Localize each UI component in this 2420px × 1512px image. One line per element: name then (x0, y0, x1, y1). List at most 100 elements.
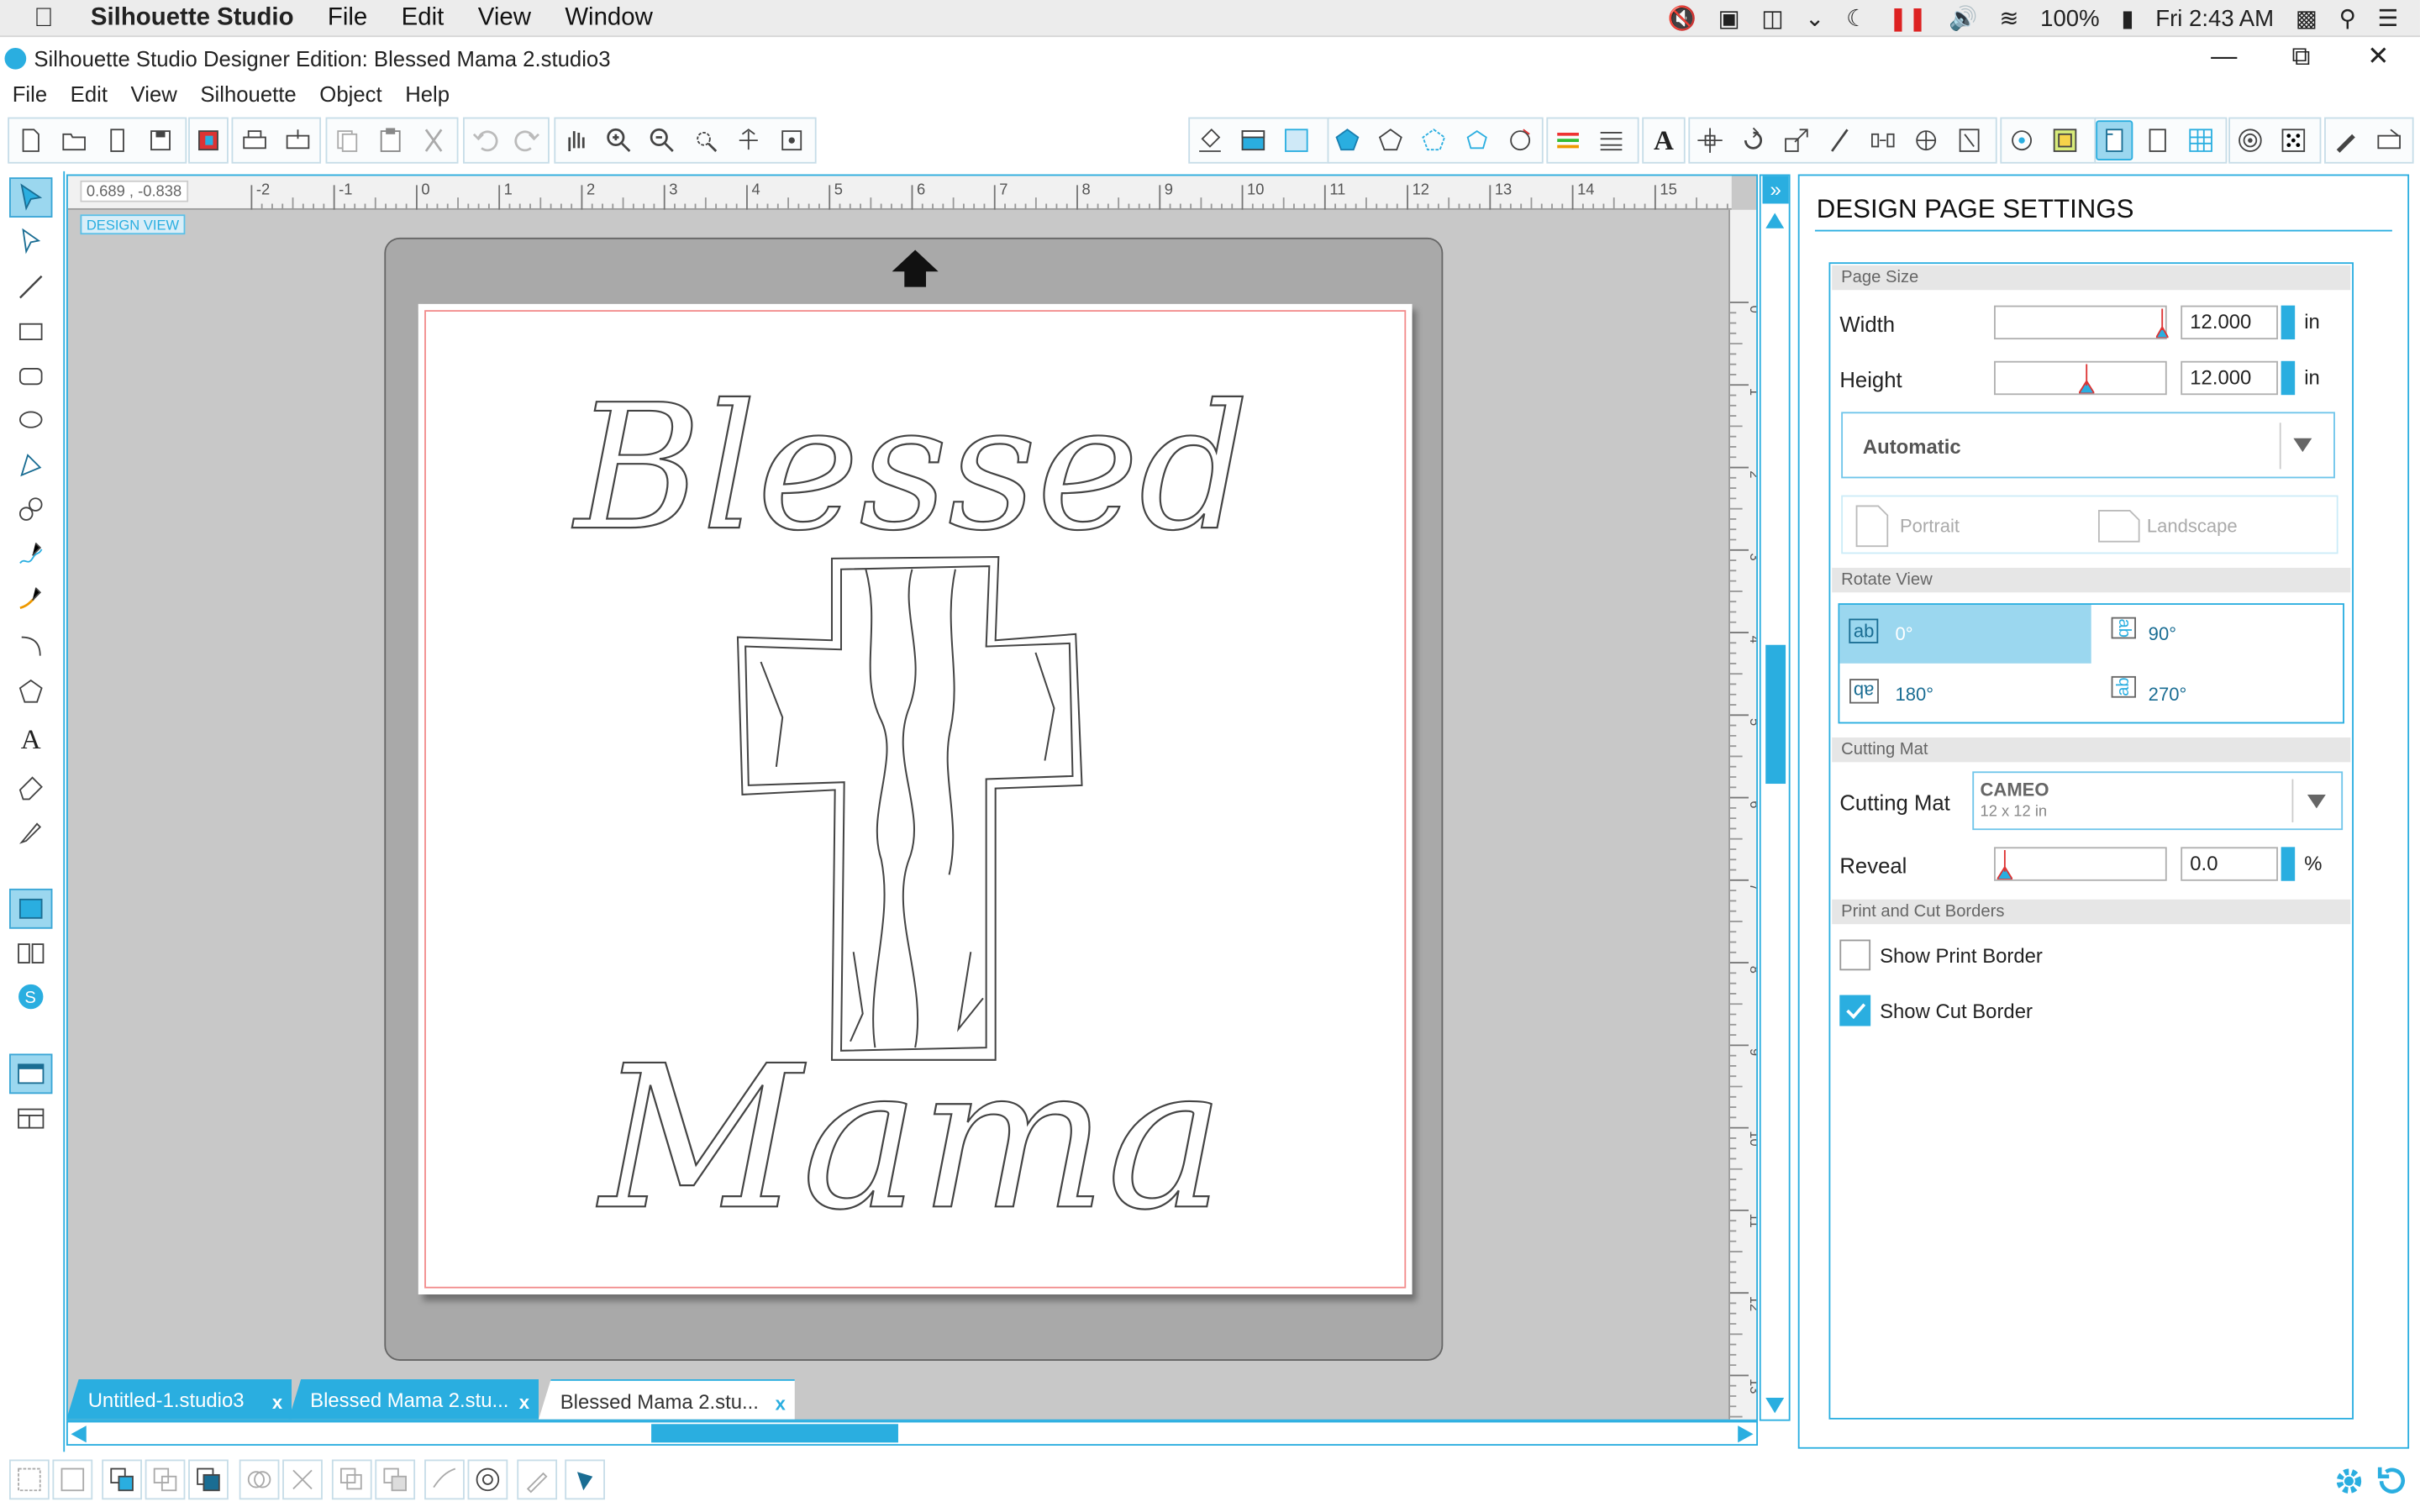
select-arrow-icon[interactable] (9, 177, 53, 218)
pan-hand-icon[interactable] (557, 120, 594, 160)
display-icon[interactable]: ▣ (1718, 5, 1740, 32)
design-page[interactable]: Blessed Mama (418, 303, 1413, 1294)
save-to-library-icon[interactable] (190, 120, 227, 160)
menu-object[interactable]: Object (319, 81, 381, 106)
fill-gradient-icon[interactable] (1234, 120, 1271, 160)
shape-line-icon[interactable] (1502, 120, 1539, 160)
menu-edit[interactable]: Edit (71, 81, 108, 106)
line-color-icon[interactable] (1549, 120, 1586, 160)
pentagon-fill-icon[interactable] (1328, 120, 1365, 160)
show-cut-border-label[interactable]: Show Cut Border (1880, 1000, 2033, 1023)
reveal-slider[interactable] (1994, 847, 2167, 881)
group-icon[interactable] (9, 1459, 50, 1500)
zoom-in-icon[interactable] (600, 120, 637, 160)
text-style-icon[interactable]: A (1645, 120, 1682, 160)
menu-file[interactable]: File (13, 81, 47, 106)
chevron-down-icon[interactable] (2293, 438, 2312, 453)
page-setup-icon[interactable] (2096, 120, 2133, 161)
scale-icon[interactable] (1778, 120, 1815, 160)
offset-rings-icon[interactable] (467, 1459, 508, 1500)
reveal-spinner[interactable] (2281, 847, 2296, 881)
eraser-tool-icon[interactable] (9, 767, 52, 807)
smooth-freehand-tool-icon[interactable] (9, 579, 52, 619)
width-input[interactable]: 12.000 (2181, 305, 2278, 340)
single-panel-icon[interactable] (9, 1053, 53, 1095)
cutting-mat-dropdown[interactable]: CAMEO 12 x 12 in (1972, 771, 2344, 831)
rectangle-tool-icon[interactable] (9, 312, 52, 352)
arc-tool-icon[interactable] (9, 627, 52, 667)
scroll-left-arrow-icon[interactable] (71, 1425, 87, 1443)
battery-status-icon[interactable]: ◫ (1761, 5, 1783, 32)
portrait-page-icon[interactable] (1855, 505, 1889, 548)
slider-thumb-icon[interactable] (1996, 850, 2013, 879)
print-icon[interactable] (236, 120, 273, 160)
release-compound-icon[interactable] (145, 1459, 186, 1500)
wifi-icon[interactable]: ≋ (1999, 5, 2018, 32)
height-spinner[interactable] (2281, 360, 2296, 396)
line-tool-icon[interactable] (9, 267, 52, 307)
text-tool-icon[interactable]: A (9, 719, 52, 759)
fit-to-page-icon[interactable] (773, 120, 810, 160)
dots-pattern-icon[interactable] (2275, 120, 2312, 160)
redo-icon[interactable] (509, 120, 546, 160)
mac-menu-edit[interactable]: Edit (402, 4, 445, 32)
zoom-out-icon[interactable] (644, 120, 681, 160)
vertical-scroll-thumb[interactable] (1765, 644, 1786, 785)
scroll-up-arrow-icon[interactable] (1765, 213, 1785, 228)
scroll-down-arrow-icon[interactable] (1765, 1398, 1785, 1414)
landscape-label[interactable]: Landscape (2147, 515, 2238, 537)
width-slider[interactable] (1994, 305, 2169, 340)
tab-untitled[interactable]: Untitled-1.studio3 x (66, 1379, 292, 1420)
zoom-drag-icon[interactable] (730, 120, 767, 160)
edit-points-icon[interactable] (9, 221, 52, 261)
curve-tool-icon[interactable] (9, 489, 52, 529)
paste-icon[interactable] (372, 120, 409, 160)
bring-to-front-icon[interactable] (188, 1459, 229, 1500)
page-size-dropdown[interactable]: Automatic (1841, 412, 2335, 479)
rotate-icon[interactable] (1734, 120, 1771, 160)
vertical-scrollbar[interactable]: » (1759, 174, 1791, 1421)
height-slider[interactable] (1994, 360, 2167, 396)
library-book-icon[interactable] (9, 933, 52, 974)
notification-icon[interactable]: ▩ (2296, 5, 2317, 32)
rotate-90-option[interactable]: ab 90° (2105, 605, 2337, 664)
page-view-icon[interactable] (2139, 120, 2176, 160)
rotate-0-option[interactable]: ab 0° (1839, 604, 2091, 664)
save-icon[interactable] (142, 120, 179, 160)
silhouette-store-icon[interactable]: S (9, 977, 52, 1017)
knife-tool-icon[interactable] (9, 811, 52, 852)
spotlight-search-icon[interactable]: ⚲ (2339, 5, 2356, 32)
close-button[interactable]: ✕ (2361, 42, 2395, 76)
chevron-down-icon[interactable]: ⌄ (1805, 5, 1824, 32)
apple-icon[interactable]:  (34, 3, 53, 34)
grid-icon[interactable] (2182, 120, 2219, 160)
list-menu-icon[interactable]: ☰ (2378, 5, 2399, 32)
tab-close-icon[interactable]: x (272, 1383, 282, 1420)
reveal-input[interactable]: 0.0 (2181, 847, 2278, 881)
library-icon[interactable] (99, 120, 136, 160)
refresh-icon[interactable] (2374, 1462, 2411, 1499)
sketch-pen-icon[interactable] (2328, 120, 2365, 160)
new-document-icon[interactable] (13, 120, 50, 160)
ungroup-icon[interactable] (52, 1459, 93, 1500)
align-icon[interactable] (1691, 120, 1728, 160)
mac-menu-window[interactable]: Window (565, 4, 653, 32)
zoom-selection-icon[interactable] (687, 120, 723, 160)
horizontal-scroll-thumb[interactable] (651, 1424, 898, 1443)
show-cut-border-checkbox[interactable] (1839, 995, 1871, 1026)
copy-icon[interactable] (329, 120, 366, 160)
line-style-icon[interactable] (1372, 120, 1409, 160)
send-to-silhouette-icon[interactable] (565, 1459, 605, 1500)
collapse-panel-chevron-icon[interactable]: » (1762, 176, 1789, 204)
design-canvas[interactable]: -2 -1 0 1 2 3 4 5 6 7 8 9 10 11 12 13 14 15 0.689 , -0.83… (66, 174, 1759, 1421)
menu-help[interactable]: Help (405, 81, 450, 106)
make-compound-icon[interactable] (102, 1459, 142, 1500)
modify-icon[interactable] (1907, 120, 1944, 160)
show-print-border-label[interactable]: Show Print Border (1880, 944, 2043, 968)
rotate-270-option[interactable]: ab 270° (2105, 666, 2337, 722)
design-artwork[interactable]: Blessed Mama (418, 304, 1413, 1294)
fill-color-icon[interactable] (1192, 120, 1228, 160)
design-view-icon[interactable] (9, 888, 53, 929)
split-panel-icon[interactable] (9, 1099, 52, 1139)
weld-icon[interactable] (239, 1459, 280, 1500)
